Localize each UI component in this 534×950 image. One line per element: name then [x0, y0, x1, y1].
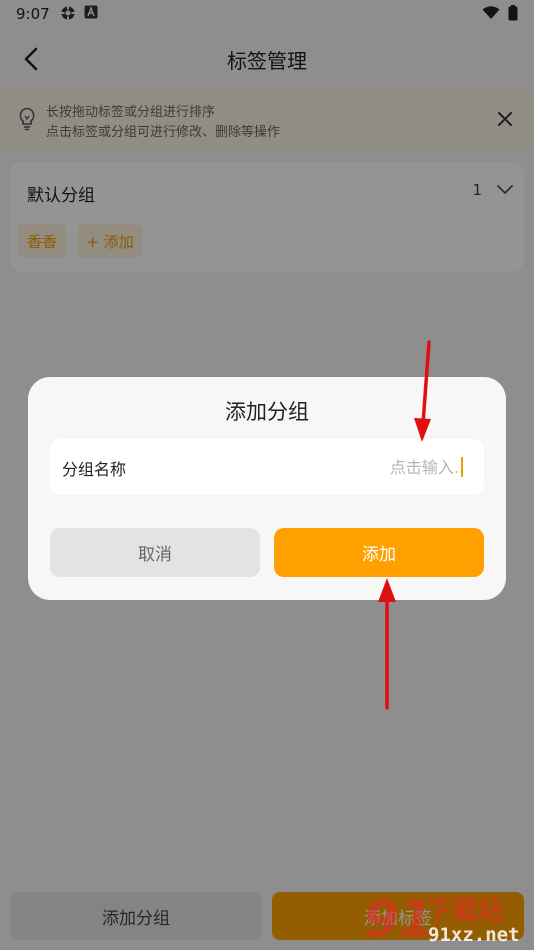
confirm-add-button[interactable]: 添加 — [274, 528, 484, 577]
dialog-title: 添加分组 — [225, 400, 309, 424]
cancel-button[interactable]: 取消 — [50, 528, 260, 577]
watermark-url: 91xz.net — [428, 924, 520, 946]
watermark-logo-number: 91 — [364, 890, 434, 948]
watermark-text: 下载站 — [426, 896, 505, 926]
add-group-dialog: 添加分组 分组名称 取消 添加 — [28, 377, 506, 600]
group-name-field[interactable]: 分组名称 — [50, 439, 484, 495]
group-name-input[interactable] — [244, 452, 464, 482]
group-name-label: 分组名称 — [62, 460, 127, 479]
watermark-logo: 91 下载站 91xz.net — [362, 888, 534, 950]
text-caret — [461, 457, 463, 477]
